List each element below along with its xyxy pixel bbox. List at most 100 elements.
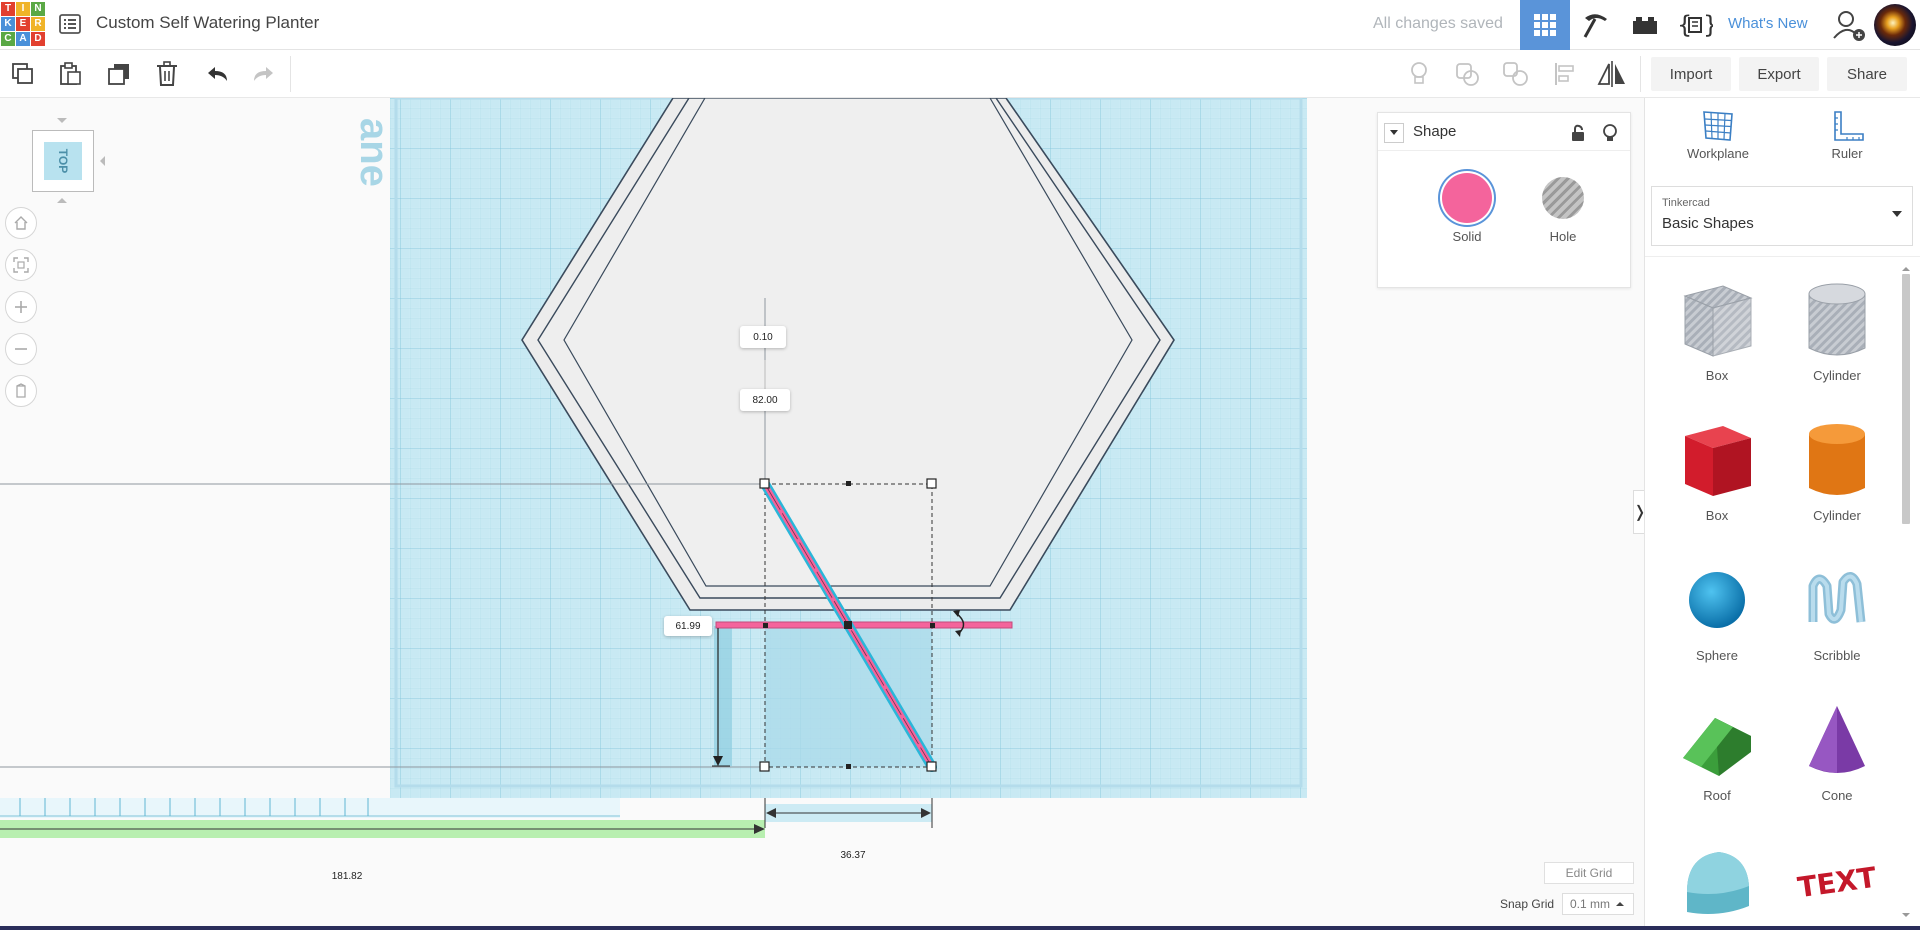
ungroup-button[interactable] (1501, 60, 1531, 88)
build-button[interactable] (1570, 0, 1620, 50)
length-value[interactable]: 36.37 (828, 845, 878, 865)
bricks-icon (1633, 17, 1657, 34)
viewcube-up-arrow[interactable] (57, 118, 67, 123)
design-menu-icon[interactable] (58, 13, 82, 35)
scroll-down-icon (1902, 913, 1910, 917)
lock-icon[interactable] (1568, 123, 1588, 143)
duplicate-button[interactable] (104, 60, 134, 88)
viewcube-top-face[interactable]: TOP (44, 142, 82, 180)
hole-option[interactable]: Hole (1528, 173, 1598, 244)
minus-icon (15, 348, 27, 350)
width-value[interactable]: 61.99 (664, 616, 712, 636)
duplicate-icon (108, 64, 129, 85)
group-button[interactable] (1453, 60, 1483, 88)
shape-roof[interactable]: Roof (1657, 696, 1777, 836)
shape-scribble[interactable]: Scribble (1777, 556, 1897, 696)
redo-button[interactable] (248, 60, 278, 88)
shape-cone[interactable]: Cone (1777, 696, 1897, 836)
zoom-in-button[interactable] (5, 291, 37, 323)
ruler-tool[interactable]: Ruler (1797, 108, 1897, 161)
logo-letter: C (1, 32, 15, 46)
logo-letter: D (31, 32, 45, 46)
share-button[interactable]: Share (1827, 57, 1907, 91)
logo-letter: E (16, 17, 30, 31)
snap-grid-label: Snap Grid (1500, 897, 1555, 911)
fit-view-icon (13, 257, 29, 273)
shape-inspector: Shape Solid Hole (1377, 112, 1631, 288)
codeblocks-button[interactable]: {} (1670, 0, 1720, 50)
svg-text:}: } (1703, 11, 1713, 39)
note-icon (1411, 62, 1427, 84)
text-shape-icon: TEXT (1796, 861, 1879, 905)
snap-grid-select[interactable]: 0.1 mm (1562, 893, 1634, 915)
workplane-tool[interactable]: Workplane (1668, 108, 1768, 161)
pink-bar-horizontal[interactable] (715, 621, 1013, 629)
panel-divider (1645, 256, 1920, 257)
grid-view-button[interactable] (1520, 0, 1570, 50)
shape-text[interactable]: TEXT (1777, 836, 1897, 930)
solid-label: Solid (1452, 229, 1482, 244)
solid-option[interactable]: Solid (1432, 173, 1502, 244)
perspective-button[interactable] (5, 375, 37, 407)
sphere-icon (1689, 572, 1745, 628)
solid-swatch[interactable] (1442, 173, 1492, 223)
toolbar-divider (1640, 56, 1641, 92)
logo-letter: A (16, 32, 30, 46)
shape-label: Scribble (1813, 648, 1861, 663)
copy-icon (12, 63, 33, 84)
box-hole-icon (1683, 285, 1753, 357)
home-view-button[interactable] (5, 207, 37, 239)
shape-box[interactable]: Box (1657, 416, 1777, 556)
align-icon (1555, 63, 1574, 85)
note-button[interactable] (1404, 60, 1434, 88)
box-icon (1685, 426, 1751, 496)
library-name: Basic Shapes (1662, 215, 1754, 232)
viewcube-down-arrow[interactable] (57, 198, 67, 203)
shape-box-hole[interactable]: Box (1657, 276, 1777, 416)
height-value[interactable]: 82.00 (740, 389, 790, 411)
whats-new-link[interactable]: What's New (1728, 15, 1808, 32)
caret-up-icon (1616, 902, 1625, 906)
plus-icon (15, 301, 27, 313)
inspector-collapse-button[interactable] (1384, 123, 1404, 143)
shape-label: Cone (1821, 788, 1853, 803)
shape-label: Cylinder (1813, 368, 1861, 383)
zoom-out-button[interactable] (5, 333, 37, 365)
undo-icon (208, 67, 227, 81)
shapes-scrollbar[interactable] (1900, 267, 1910, 922)
view-cube[interactable]: TOP (32, 130, 94, 192)
shape-cylinder[interactable]: Cylinder (1777, 416, 1897, 556)
shape-library-select[interactable]: Tinkercad Basic Shapes (1651, 186, 1913, 246)
import-button[interactable]: Import (1651, 57, 1731, 91)
shape-cylinder-hole[interactable]: Cylinder (1777, 276, 1897, 416)
hole-swatch[interactable] (1542, 177, 1584, 219)
copy-button[interactable] (8, 60, 38, 88)
shape-half-cylinder[interactable] (1657, 836, 1777, 930)
distance-bar (0, 820, 765, 838)
delete-icon (157, 61, 177, 86)
home-icon (14, 216, 28, 230)
logo-letter: I (16, 2, 30, 16)
export-button[interactable]: Export (1739, 57, 1819, 91)
toolbar-divider (290, 56, 291, 92)
distance-value[interactable]: 181.82 (322, 866, 372, 886)
design-title[interactable]: Custom Self Watering Planter (96, 13, 319, 33)
scroll-thumb[interactable] (1902, 274, 1910, 524)
lightbulb-icon[interactable] (1600, 123, 1620, 143)
avatar[interactable] (1874, 4, 1916, 46)
add-user-icon[interactable] (1832, 8, 1866, 42)
align-button[interactable] (1550, 60, 1580, 88)
mirror-button[interactable] (1597, 60, 1627, 88)
cylinder-hole-icon (1808, 283, 1866, 356)
paste-button[interactable] (55, 60, 85, 88)
tinkercad-logo[interactable]: TIN KER CAD (0, 0, 46, 47)
delete-button[interactable] (152, 60, 182, 88)
bricks-button[interactable] (1620, 0, 1670, 50)
edit-grid-button[interactable]: Edit Grid (1544, 862, 1634, 884)
viewcube-right-arrow[interactable] (100, 156, 105, 166)
elevation-value[interactable]: 0.10 (740, 326, 786, 348)
undo-button[interactable] (203, 60, 233, 88)
inspector-header: Shape (1378, 113, 1630, 151)
fit-view-button[interactable] (5, 249, 37, 281)
shape-sphere[interactable]: Sphere (1657, 556, 1777, 696)
